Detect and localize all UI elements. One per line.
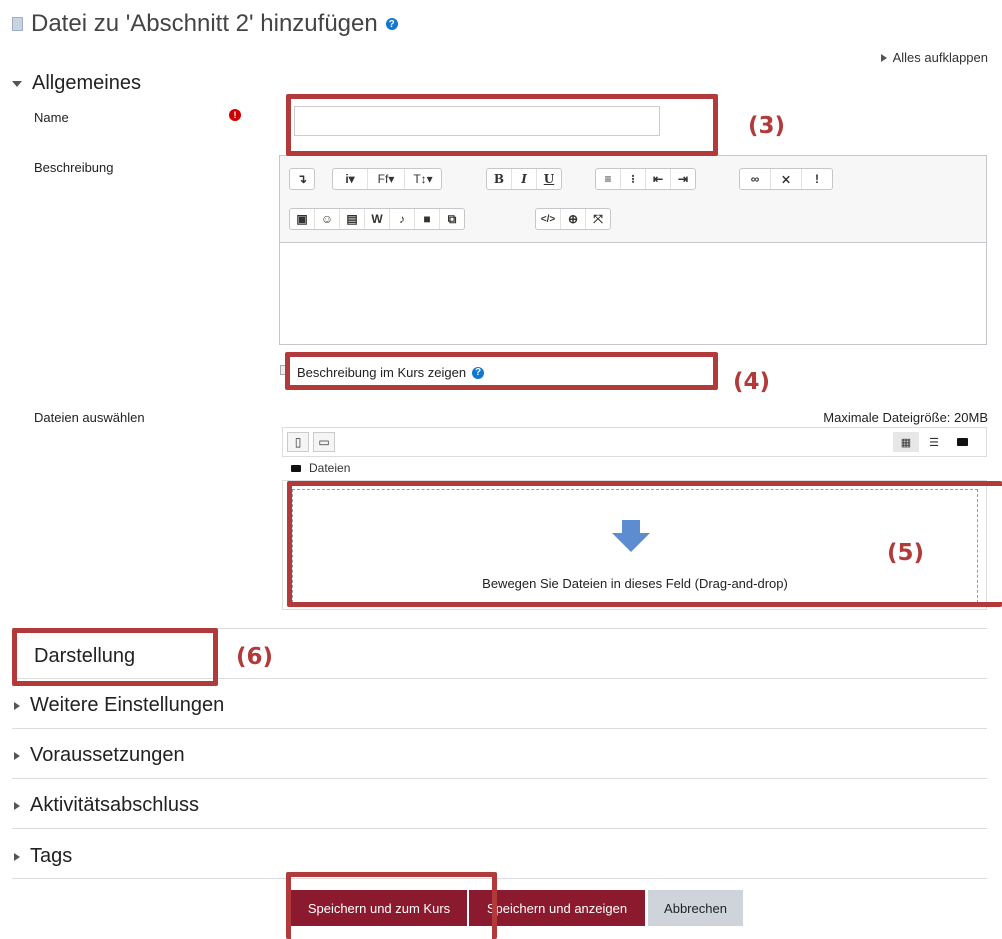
files-label: Dateien auswählen xyxy=(34,410,145,425)
underline-button[interactable]: U xyxy=(537,169,561,189)
required-icon: ! xyxy=(229,109,241,121)
italic-button[interactable]: I xyxy=(512,169,537,189)
divider xyxy=(12,778,987,779)
help-icon[interactable]: ? xyxy=(385,18,398,30)
toolbar-group-lists: ≡ ⁝ ⇤ ⇥ xyxy=(595,168,696,190)
page-title-text: Datei zu 'Abschnitt 2' hinzufügen xyxy=(31,10,378,37)
caret-right-icon xyxy=(14,751,20,760)
font-menu-button[interactable]: Ff▾ xyxy=(368,169,405,189)
annotation-box-3 xyxy=(286,94,718,156)
toolbar-group-style: B I U xyxy=(486,168,562,190)
annotation-box-7 xyxy=(286,872,497,939)
caret-right-icon xyxy=(880,53,887,62)
expand-all-label: Alles aufklappen xyxy=(892,50,988,65)
caret-right-icon xyxy=(14,701,20,710)
name-label: Name xyxy=(34,110,69,125)
divider xyxy=(12,828,987,829)
annotation-label-4: (4) xyxy=(733,369,771,395)
section-tags-header[interactable]: Tags xyxy=(14,845,72,868)
html-icon[interactable]: </> xyxy=(536,209,561,229)
unordered-list-icon[interactable]: ≡ xyxy=(596,169,621,189)
fontsize-menu-button[interactable]: T↕▾ xyxy=(405,169,441,189)
section-restrictions-label: Voraussetzungen xyxy=(30,744,185,766)
record-video-icon[interactable]: ■ xyxy=(415,209,440,229)
toolbar-group-undo: ↴ xyxy=(289,168,315,190)
cancel-button[interactable]: Abbrechen xyxy=(648,890,743,926)
view-list-icon[interactable]: ☰ xyxy=(921,432,947,452)
caret-right-icon xyxy=(14,801,20,810)
link-icon[interactable]: ∞ xyxy=(740,169,771,189)
unlink-icon[interactable]: ⨯ xyxy=(771,169,802,189)
image-icon[interactable]: ▣ xyxy=(290,209,315,229)
annotation-label-5: (5) xyxy=(887,540,925,566)
max-file-size: Maximale Dateigröße: 20MB xyxy=(823,410,988,425)
outdent-icon[interactable]: ⇤ xyxy=(646,169,671,189)
caret-down-icon xyxy=(12,80,22,87)
section-more-settings-label: Weitere Einstellungen xyxy=(30,694,225,716)
collapse-toolbar-button[interactable]: ↴ xyxy=(290,169,314,189)
annotation-box-4 xyxy=(285,352,718,390)
expand-all-link[interactable]: Alles aufklappen xyxy=(880,50,988,65)
caret-right-icon xyxy=(14,852,20,861)
bold-button[interactable]: B xyxy=(487,169,512,189)
find-icon[interactable]: ⊕ xyxy=(561,209,586,229)
filepicker-breadcrumb[interactable]: Dateien xyxy=(291,461,350,475)
page-title: Datei zu 'Abschnitt 2' hinzufügen ? xyxy=(12,10,398,38)
editor-toolbar: ↴ i▾ Ff▾ T↕▾ B I U ≡ ⁝ ⇤ ⇥ ∞ ⨯ ! ▣ ☺ ▤ W… xyxy=(279,155,987,243)
indent-icon[interactable]: ⇥ xyxy=(671,169,695,189)
add-file-icon[interactable]: ▯ xyxy=(287,432,309,452)
toolbar-group-links: ∞ ⨯ ! xyxy=(739,168,833,190)
file-icon xyxy=(12,17,23,31)
emoji-icon[interactable]: ☺ xyxy=(315,209,340,229)
section-general-header[interactable]: Allgemeines xyxy=(12,72,141,95)
media-icon[interactable]: ▤ xyxy=(340,209,365,229)
view-tree-icon[interactable] xyxy=(949,432,975,452)
fullscreen-icon[interactable]: ⤧ xyxy=(586,209,610,229)
create-folder-icon[interactable]: ▭ xyxy=(313,432,335,452)
ordered-list-icon[interactable]: ⁝ xyxy=(621,169,646,189)
info-menu-button[interactable]: i▾ xyxy=(333,169,368,189)
record-audio-icon[interactable]: ♪ xyxy=(390,209,415,229)
section-completion-header[interactable]: Aktivitätsabschluss xyxy=(14,794,199,817)
filepicker-toolbar: ▯ ▭ ▦ ☰ xyxy=(282,427,987,457)
view-icons-icon[interactable]: ▦ xyxy=(893,432,919,452)
annotation-box-6 xyxy=(12,628,218,686)
toolbar-group-tools: </> ⊕ ⤧ xyxy=(535,208,611,230)
section-more-settings-header[interactable]: Weitere Einstellungen xyxy=(14,694,224,717)
divider xyxy=(12,728,987,729)
special-char-icon[interactable]: ! xyxy=(802,169,832,189)
annotation-label-3: (3) xyxy=(748,113,786,139)
toolbar-group-format: i▾ Ff▾ T↕▾ xyxy=(332,168,442,190)
folder-label: Dateien xyxy=(309,461,351,475)
description-label: Beschreibung xyxy=(34,160,114,175)
description-textarea[interactable] xyxy=(280,243,986,344)
annotation-label-6: (6) xyxy=(236,644,274,670)
folder-icon xyxy=(291,464,301,472)
manage-files-icon[interactable]: ⧉ xyxy=(440,209,464,229)
section-completion-label: Aktivitätsabschluss xyxy=(30,794,199,816)
section-general-label: Allgemeines xyxy=(32,72,141,94)
toolbar-group-media: ▣ ☺ ▤ W ♪ ■ ⧉ xyxy=(289,208,465,230)
word-paste-icon[interactable]: W xyxy=(365,209,390,229)
divider xyxy=(12,878,987,879)
section-restrictions-header[interactable]: Voraussetzungen xyxy=(14,744,185,767)
section-tags-label: Tags xyxy=(30,845,73,867)
